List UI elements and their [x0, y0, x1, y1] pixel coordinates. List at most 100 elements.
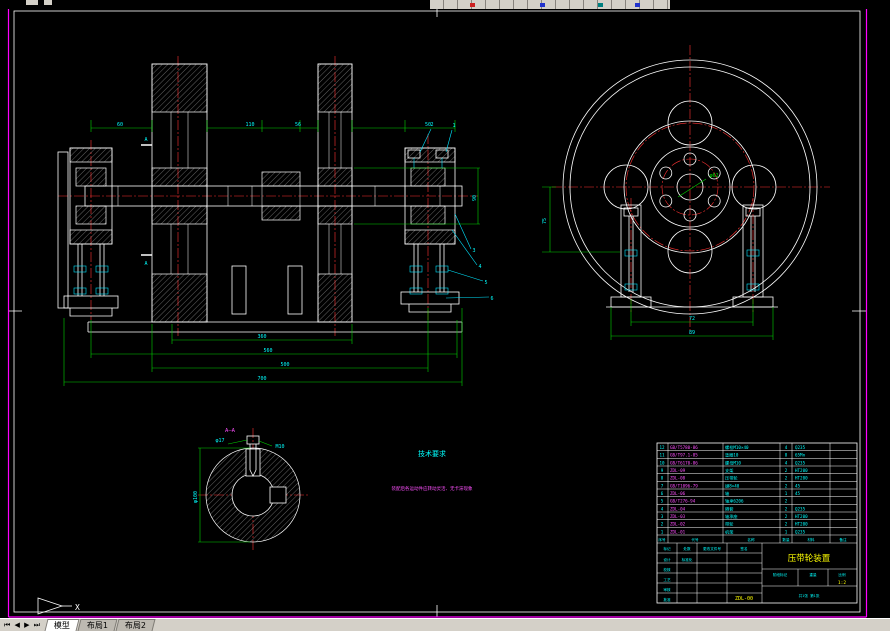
- dimension-label: 89: [689, 330, 695, 336]
- svg-text:8: 8: [661, 476, 664, 481]
- svg-text:压带轮: 压带轮: [725, 475, 738, 482]
- tab-model[interactable]: 模型: [44, 619, 80, 631]
- dimension-label: M10: [275, 444, 284, 450]
- bom-header: 备注: [839, 537, 847, 542]
- titleblock-label: 校核: [663, 567, 671, 572]
- svg-text:GB/T6170-86: GB/T6170-86: [670, 460, 698, 465]
- svg-text:45: 45: [795, 491, 801, 496]
- scale-value: 1:2: [838, 580, 846, 586]
- svg-text:Q235: Q235: [795, 445, 806, 450]
- svg-text:HT200: HT200: [795, 514, 808, 519]
- svg-text:轴承座: 轴承座: [725, 513, 738, 520]
- section-view-label: A—A: [225, 428, 236, 434]
- titleblock-label: 比例: [838, 572, 846, 577]
- svg-text:ZDL-01: ZDL-01: [670, 529, 686, 534]
- bom-header: 序号: [658, 537, 666, 542]
- svg-text:GB/T5780-86: GB/T5780-86: [670, 445, 698, 450]
- drawing-title: 压带轮装置: [788, 553, 831, 564]
- svg-text:65Mn: 65Mn: [795, 453, 806, 458]
- selection-lines: [7, 0, 868, 618]
- section-label: A: [144, 261, 147, 267]
- toolbar-icon: [470, 3, 475, 7]
- titleblock-label: 处数: [683, 546, 691, 551]
- svg-text:2: 2: [785, 476, 788, 481]
- svg-text:9: 9: [661, 468, 664, 473]
- notes-title: 技术要求: [418, 449, 446, 458]
- right-bearing: [400, 147, 460, 313]
- tab-nav-arrows[interactable]: ⏮ ◀ ▶ ⏭: [4, 619, 41, 631]
- dimension-label: φ100: [193, 491, 199, 503]
- titleblock-label: 签名: [740, 546, 748, 551]
- titleblock-label: 批准: [663, 597, 671, 602]
- svg-text:垫圈10: 垫圈10: [725, 452, 739, 459]
- dimension-label: φ17: [215, 438, 224, 444]
- titleblock-label: 标记: [663, 546, 671, 551]
- svg-text:Q235: Q235: [795, 529, 806, 534]
- cad-window: A A 360 560 500 700 60 110 56 50 90 1 2 …: [0, 0, 890, 631]
- notes-line: 装配后各运动件应转动灵活、无卡滞现象: [392, 485, 473, 492]
- svg-text:10: 10: [659, 460, 665, 465]
- status-bar: ⏮ ◀ ▶ ⏭ 模型 布局1 布局2: [0, 618, 890, 631]
- titleblock-label: 重量: [809, 572, 817, 577]
- toolbar-button[interactable]: [44, 0, 52, 5]
- bom-rows: 12 GB/T5780-86 螺栓M10×40 4 Q235 11 GB/T97.1-85…: [659, 444, 808, 535]
- svg-text:ZDL-04: ZDL-04: [670, 506, 686, 511]
- titleblock-label: 工艺: [663, 577, 671, 582]
- drawing-number: ZDL-00: [735, 596, 753, 602]
- end-view: 72 89 75 φ62: [542, 45, 830, 340]
- svg-text:ZDL-03: ZDL-03: [670, 514, 686, 519]
- svg-text:GB/T97.1-85: GB/T97.1-85: [670, 453, 698, 458]
- ucs-axis-label: X: [75, 603, 80, 612]
- svg-text:GB/T276-94: GB/T276-94: [670, 499, 696, 504]
- svg-text:2: 2: [785, 499, 788, 504]
- svg-text:螺栓M10×40: 螺栓M10×40: [725, 444, 749, 451]
- svg-text:4: 4: [785, 445, 788, 450]
- drawing-canvas[interactable]: A A 360 560 500 700 60 110 56 50 90 1 2 …: [0, 0, 890, 631]
- svg-text:5: 5: [661, 499, 664, 504]
- svg-text:1: 1: [785, 529, 788, 534]
- svg-text:HT200: HT200: [795, 476, 808, 481]
- svg-text:ZDL-08: ZDL-08: [670, 476, 686, 481]
- assembly-view: A A 360 560 500 700 60 110 56 50 90 1 2 …: [57, 56, 494, 386]
- svg-text:45: 45: [795, 483, 801, 488]
- bom-header: 材料: [807, 537, 815, 542]
- svg-text:键8×40: 键8×40: [725, 482, 740, 489]
- title-block: 序号 代号 名称 数量 材料 备注 12 GB/T5780-86 螺栓M10×40 4…: [656, 442, 858, 604]
- svg-text:轴: 轴: [725, 490, 729, 497]
- svg-text:隔套: 隔套: [725, 505, 734, 512]
- ucs-icon: X: [37, 597, 80, 615]
- titleblock-label: 标准化: [682, 557, 693, 562]
- toolbar-buttons[interactable]: [430, 0, 670, 9]
- dimension-label: 56: [295, 122, 301, 128]
- titleblock-label: 审核: [663, 587, 671, 592]
- technical-notes: 技术要求 装配后各运动件应转动灵活、无卡滞现象: [392, 449, 473, 492]
- dimension-label: 60: [117, 122, 123, 128]
- svg-text:Q235: Q235: [795, 460, 806, 465]
- svg-text:7: 7: [661, 483, 664, 488]
- toolbar-button[interactable]: [26, 0, 38, 5]
- dimension-label: 75: [542, 218, 548, 224]
- svg-text:ZDL-09: ZDL-09: [670, 468, 686, 473]
- sheet-count: 共1张 第1张: [799, 593, 820, 598]
- section-label: A: [144, 137, 147, 143]
- svg-text:4: 4: [785, 460, 788, 465]
- svg-text:HT200: HT200: [795, 468, 808, 473]
- svg-text:ZDL-06: ZDL-06: [670, 491, 686, 496]
- svg-text:2: 2: [785, 483, 788, 488]
- svg-text:1: 1: [785, 491, 788, 496]
- toolbar-icon: [540, 3, 545, 7]
- svg-text:6: 6: [661, 491, 664, 496]
- bom-header: 数量: [782, 537, 790, 542]
- titleblock-label: 阶段标记: [773, 572, 788, 577]
- part-balloon: 5: [484, 280, 487, 286]
- dimension-label: 360: [257, 334, 266, 340]
- tab-layout2[interactable]: 布局2: [115, 619, 156, 631]
- svg-text:2: 2: [661, 522, 664, 527]
- dimension-label: 560: [263, 348, 272, 354]
- bom-header: 代号: [691, 537, 699, 542]
- svg-text:8: 8: [785, 453, 788, 458]
- tab-layout1[interactable]: 布局1: [77, 619, 118, 631]
- sheet-frame: [8, 5, 866, 617]
- svg-text:带轮: 带轮: [725, 521, 734, 528]
- dimension-label: 90: [472, 195, 478, 201]
